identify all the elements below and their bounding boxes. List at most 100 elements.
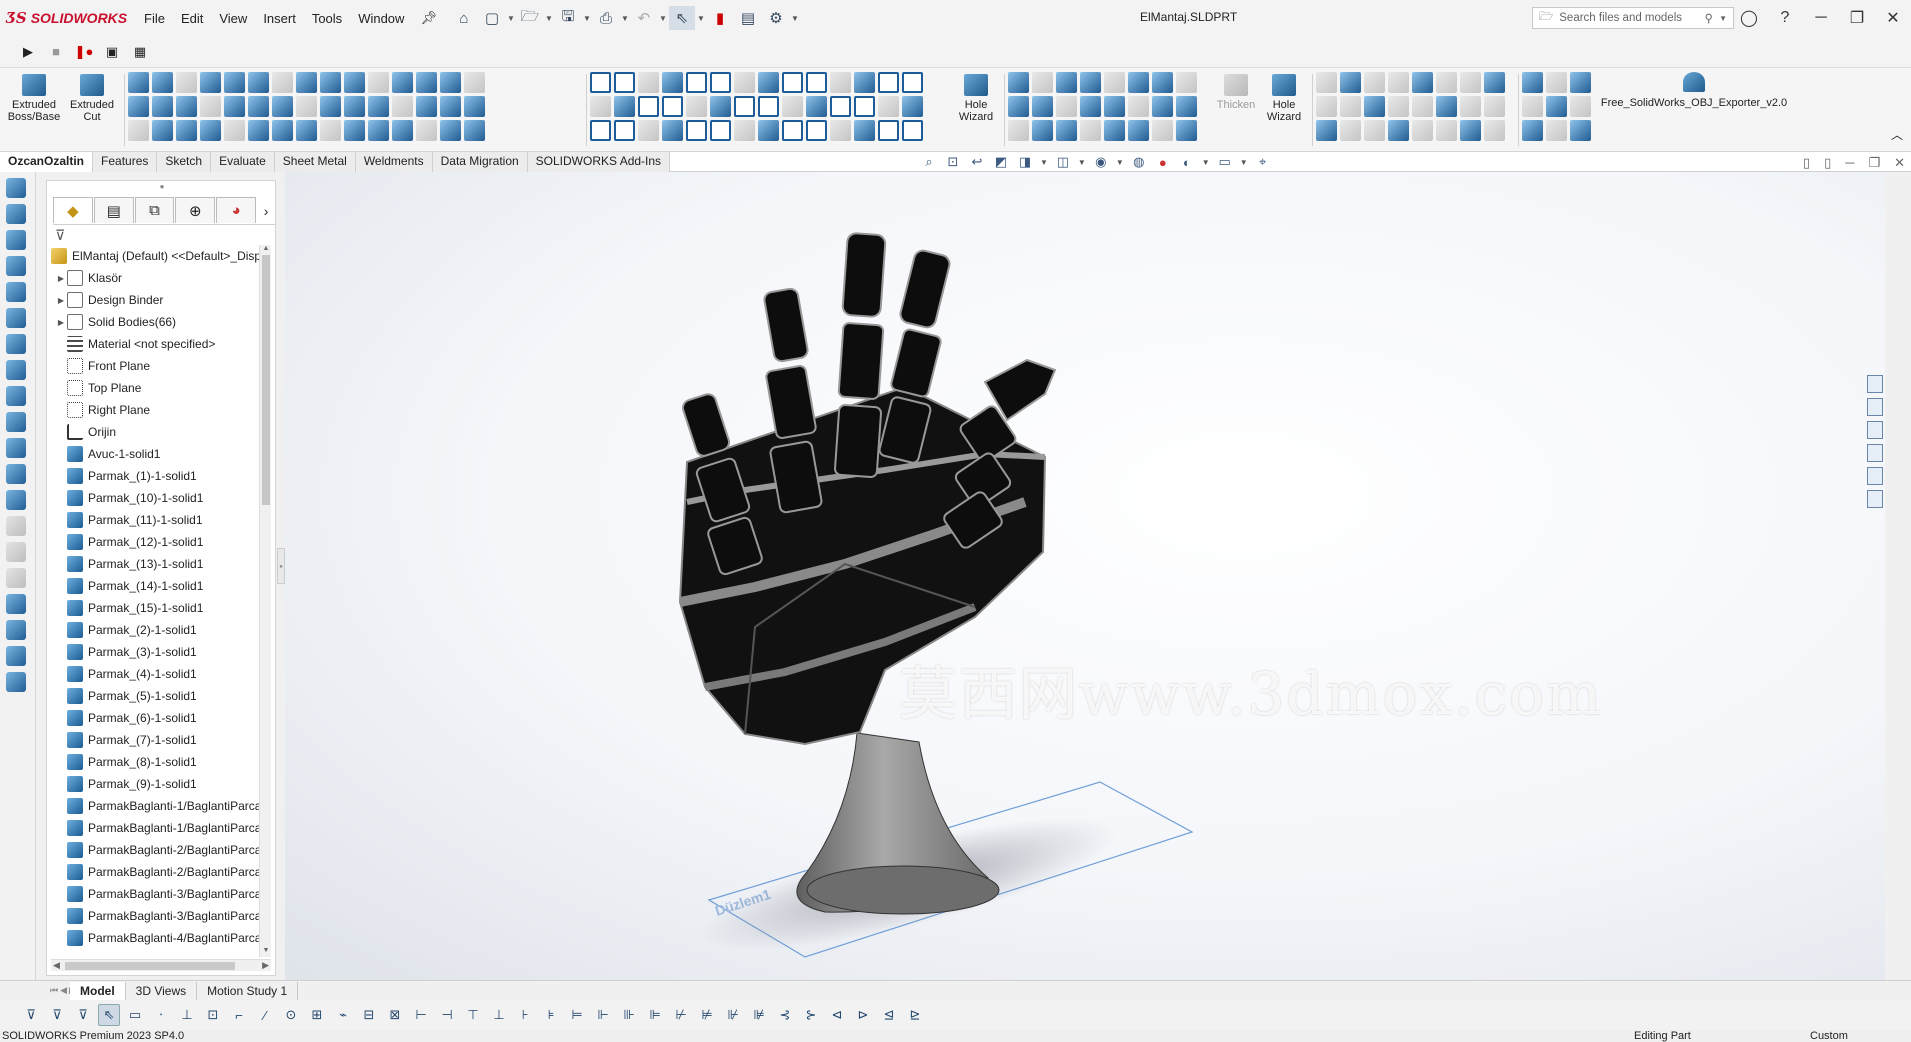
tree-item[interactable]: Parmak_(6)-1-solid1	[51, 707, 259, 729]
chevron-down-icon[interactable]: ▼	[507, 14, 515, 23]
filter-type-icon[interactable]: ⊥	[488, 1004, 510, 1026]
left-tool-icon[interactable]	[6, 204, 26, 224]
ribbon-tool-icon[interactable]	[1316, 96, 1337, 117]
filter-type-icon[interactable]: ⊯	[748, 1004, 770, 1026]
record-pause-icon[interactable]: ❚●	[74, 42, 94, 62]
ribbon-tool-icon[interactable]	[854, 120, 875, 141]
custom-properties-icon[interactable]	[1867, 490, 1883, 508]
ribbon-tool-icon[interactable]	[176, 120, 197, 141]
new-document-icon[interactable]: ▢	[479, 6, 505, 30]
menu-insert[interactable]: Insert	[255, 11, 304, 26]
featuremanager-tree-tab-icon[interactable]: ◆	[53, 197, 93, 223]
menu-file[interactable]: File	[136, 11, 173, 26]
ribbon-tool-icon[interactable]	[1546, 96, 1567, 117]
ribbon-tool-icon[interactable]	[878, 120, 899, 141]
ribbon-tool-icon[interactable]	[464, 72, 485, 93]
left-tool-icon[interactable]	[6, 568, 26, 588]
hole-wizard-button-2[interactable]: Hole Wizard	[1256, 74, 1312, 123]
ribbon-tool-icon[interactable]	[248, 120, 269, 141]
model-view[interactable]: Düzlem1	[285, 172, 1885, 980]
filter-type-icon[interactable]: ⊵	[904, 1004, 926, 1026]
ribbon-tool-icon[interactable]	[1522, 72, 1543, 93]
chevron-down-icon[interactable]: ▼	[697, 14, 705, 23]
ribbon-tool-icon[interactable]	[152, 96, 173, 117]
viewport-restore-icon[interactable]: ❐	[1868, 155, 1880, 171]
design-library-icon[interactable]	[1867, 398, 1883, 416]
ribbon-tool-icon[interactable]	[1080, 96, 1101, 117]
ribbon-tool-icon[interactable]	[440, 96, 461, 117]
tab-3d-views[interactable]: 3D Views	[126, 981, 198, 1000]
ribbon-tool-icon[interactable]	[758, 72, 779, 93]
ribbon-tool-icon[interactable]	[1008, 120, 1029, 141]
ribbon-tool-icon[interactable]	[224, 72, 245, 93]
filter-type-icon[interactable]: ⌐	[228, 1004, 250, 1026]
tree-item[interactable]: ▶ Design Binder	[51, 289, 259, 311]
left-tool-icon[interactable]	[6, 360, 26, 380]
ribbon-tool-icon[interactable]	[296, 96, 317, 117]
ribbon-tool-icon[interactable]	[1460, 96, 1481, 117]
display-pane-icon[interactable]: ⌖	[1254, 154, 1272, 170]
filter-type-icon[interactable]: ⊴	[878, 1004, 900, 1026]
viewport-close-icon[interactable]: ✕	[1894, 155, 1905, 171]
ribbon-tool-icon[interactable]	[1546, 120, 1567, 141]
chevron-down-icon[interactable]: ▼	[1040, 158, 1048, 167]
play-icon[interactable]: ▶	[18, 42, 38, 62]
edit-appearance-icon[interactable]: ●	[1154, 154, 1172, 170]
apply-scene-icon[interactable]: ◐	[1178, 154, 1196, 170]
ribbon-tool-icon[interactable]	[1340, 72, 1361, 93]
file-explorer-icon[interactable]	[1867, 421, 1883, 439]
ribbon-tool-icon[interactable]	[200, 120, 221, 141]
left-tool-icon[interactable]	[6, 282, 26, 302]
chevron-down-icon[interactable]: ▼	[545, 14, 553, 23]
ribbon-tool-icon[interactable]	[416, 120, 437, 141]
appearances-icon[interactable]	[1867, 467, 1883, 485]
search-placeholder[interactable]: Search files and models	[1559, 12, 1698, 24]
chevron-down-icon[interactable]: ▼	[621, 14, 629, 23]
tree-item[interactable]: Parmak_(11)-1-solid1	[51, 509, 259, 531]
menu-view[interactable]: View	[211, 11, 255, 26]
ribbon-tool-icon[interactable]	[128, 96, 149, 117]
ribbon-tool-icon[interactable]	[320, 96, 341, 117]
ribbon-tool-icon[interactable]	[152, 120, 173, 141]
print-icon[interactable]: ⎙	[593, 6, 619, 30]
left-tool-icon[interactable]	[6, 594, 26, 614]
options-gear-icon[interactable]: ⚙	[763, 6, 789, 30]
display-style-icon[interactable]: ◉	[1092, 154, 1110, 170]
tree-item[interactable]: Parmak_(3)-1-solid1	[51, 641, 259, 663]
filter-type-icon[interactable]: ⊙	[280, 1004, 302, 1026]
left-tool-icon[interactable]	[6, 230, 26, 250]
extruded-cut-button[interactable]: Extruded Cut	[64, 74, 120, 123]
ribbon-tool-icon[interactable]	[464, 120, 485, 141]
left-tool-icon[interactable]	[6, 672, 26, 692]
filter-type-icon[interactable]: ⁄	[254, 1004, 276, 1026]
tree-item[interactable]: Parmak_(5)-1-solid1	[51, 685, 259, 707]
ribbon-tool-icon[interactable]	[878, 96, 899, 117]
filter-type-icon[interactable]: ⊮	[722, 1004, 744, 1026]
rebuild-icon[interactable]: ▮	[707, 6, 733, 30]
ribbon-tool-icon[interactable]	[854, 72, 875, 93]
filter-type-icon[interactable]: ⊣	[436, 1004, 458, 1026]
property-manager-tab-icon[interactable]: ▤	[93, 197, 134, 223]
ribbon-tool-icon[interactable]	[1104, 120, 1125, 141]
ribbon-tool-icon[interactable]	[782, 72, 803, 93]
save-icon[interactable]: 🖫	[555, 6, 581, 30]
menu-edit[interactable]: Edit	[173, 11, 211, 26]
filter-type-icon[interactable]: ⊥	[176, 1004, 198, 1026]
selection-filter-icon[interactable]: ⊽	[20, 1004, 42, 1026]
ribbon-tool-icon[interactable]	[200, 96, 221, 117]
ribbon-tool-icon[interactable]	[392, 96, 413, 117]
tree-item[interactable]: Parmak_(10)-1-solid1	[51, 487, 259, 509]
tree-item[interactable]: Parmak_(14)-1-solid1	[51, 575, 259, 597]
section-view-icon[interactable]: ◩	[992, 154, 1010, 170]
tree-item[interactable]: Material <not specified>	[51, 333, 259, 355]
view-palette-icon[interactable]	[1867, 444, 1883, 462]
chevron-down-icon[interactable]: ▼	[791, 14, 799, 23]
ribbon-tool-icon[interactable]	[806, 96, 827, 117]
viewport-minimize-icon[interactable]: ─	[1845, 155, 1854, 171]
filter-type-icon[interactable]: ⊫	[644, 1004, 666, 1026]
undo-icon[interactable]: ↶	[631, 6, 657, 30]
ribbon-tool-icon[interactable]	[686, 96, 707, 117]
left-tool-icon[interactable]	[6, 308, 26, 328]
ribbon-tool-icon[interactable]	[392, 120, 413, 141]
ribbon-tool-icon[interactable]	[224, 120, 245, 141]
